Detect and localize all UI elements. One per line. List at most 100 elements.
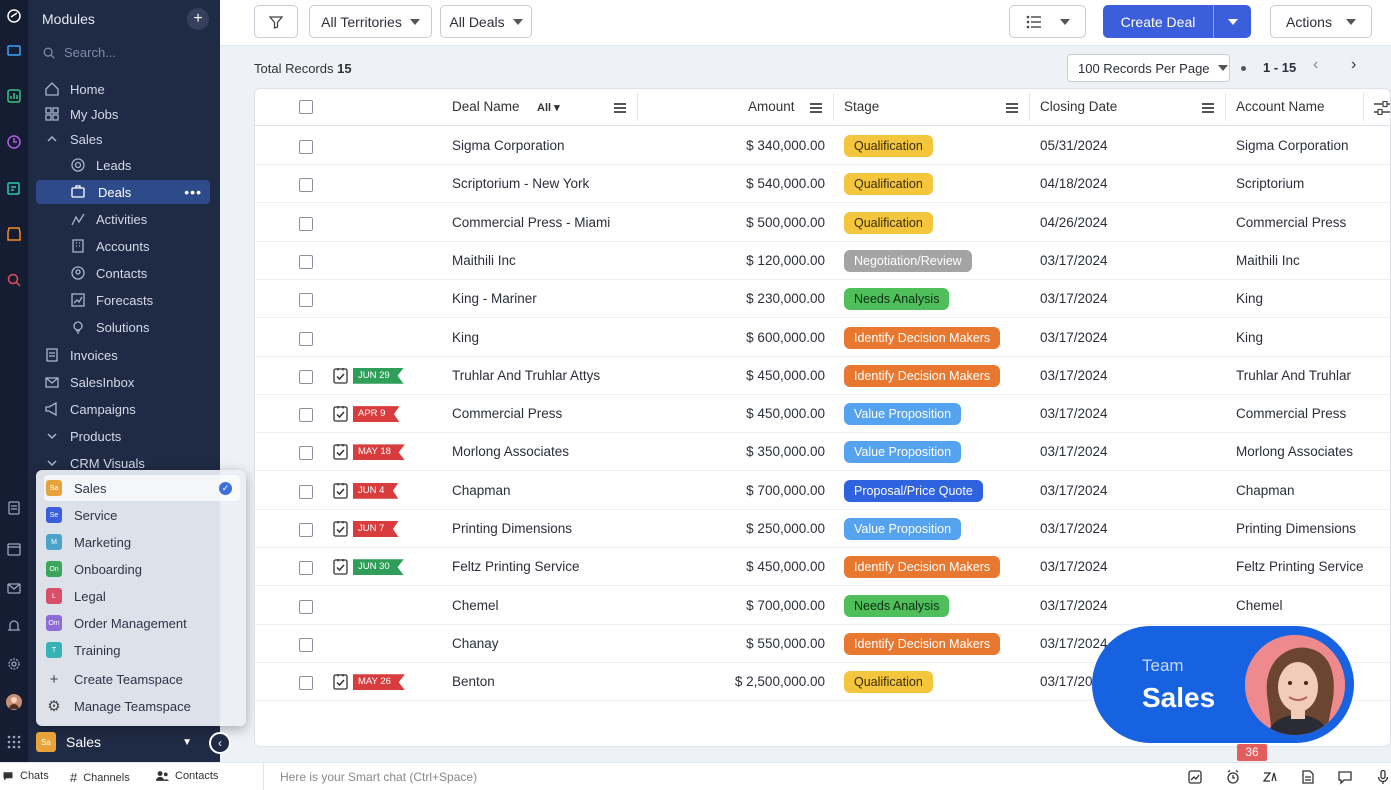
row-checkbox[interactable] [299,216,313,231]
contacts-tab[interactable]: Contacts [156,770,218,782]
deal-name-cell[interactable]: Chemel [452,598,499,613]
table-row[interactable]: APR 9 Commercial Press $ 450,000.00 Value P… [255,395,1390,434]
column-menu-icon[interactable] [1006,103,1018,113]
account-name-cell[interactable]: King [1236,291,1263,306]
zoho-logo-icon[interactable] [0,4,28,28]
table-row[interactable]: King $ 600,000.00 Identify Decision Makers… [255,319,1390,357]
task-check-icon[interactable] [333,520,348,537]
table-row[interactable]: Maithili Inc $ 120,000.00 Negotiation/Revi… [255,242,1390,280]
column-menu-icon[interactable] [1202,103,1214,113]
task-check-icon[interactable] [333,558,348,575]
task-check-icon[interactable] [333,405,348,422]
deal-name-cell[interactable]: Commercial Press - Miami [452,215,610,230]
header-amount[interactable]: Amount [748,99,795,114]
deal-name-cell[interactable]: Sigma Corporation [452,138,565,153]
account-name-cell[interactable]: Morlong Associates [1236,444,1353,459]
next-page-icon[interactable]: › [1351,56,1356,74]
account-name-cell[interactable]: Scriptorium [1236,176,1304,191]
teamspace-item-training[interactable]: T Training [44,637,240,663]
table-row[interactable]: JUN 29 Truhlar And Truhlar Attys $ 450,000… [255,357,1390,395]
sidebar-search[interactable]: Search... [42,45,116,60]
filter-button[interactable] [254,5,298,38]
sidebar-item-home[interactable]: Home [44,78,105,100]
header-stage[interactable]: Stage [844,99,879,114]
account-name-cell[interactable]: Feltz Printing Service [1236,559,1364,574]
collapse-sidebar-button[interactable]: ‹ [209,732,231,754]
mail-icon[interactable] [0,576,28,600]
deal-name-filter[interactable]: All ▾ [537,101,560,114]
store-app-icon[interactable] [0,222,28,246]
row-checkbox[interactable] [299,599,313,614]
app-grid-icon[interactable] [0,730,28,754]
table-row[interactable]: JUN 4 Chapman $ 700,000.00 Proposal/Price Q… [255,472,1390,510]
prev-page-icon[interactable]: ‹ [1313,56,1318,74]
sidebar-item-contacts[interactable]: Contacts [70,262,147,284]
bell-icon[interactable] [0,614,28,638]
sidebar-item-sales[interactable]: Sales [44,128,103,150]
forms-app-icon[interactable] [0,176,28,200]
account-name-cell[interactable]: Chapman [1236,483,1295,498]
table-row[interactable]: MAY 18 Morlong Associates $ 350,000.00 Valu… [255,433,1390,472]
sidebar-item-deals[interactable]: Deals ••• [36,180,210,204]
task-check-icon[interactable] [333,482,348,499]
table-row[interactable]: Chemel $ 700,000.00 Needs Analysis 03/17/20… [255,587,1390,625]
sidebar-item-leads[interactable]: Leads [70,154,131,176]
sidebar-item-invoices[interactable]: Invoices [44,344,118,366]
row-checkbox[interactable] [299,523,313,537]
teamspace-item-onboarding[interactable]: On Onboarding [44,556,240,582]
row-checkbox[interactable] [299,676,313,691]
table-row[interactable]: JUN 7 Printing Dimensions $ 250,000.00 Valu… [255,510,1390,548]
row-checkbox[interactable] [299,178,313,193]
table-row[interactable]: Scriptorium - New York $ 540,000.00 Qualif… [255,165,1390,204]
deal-name-cell[interactable]: King [452,330,479,345]
message-icon[interactable] [1337,769,1353,785]
task-check-icon[interactable] [333,443,348,461]
teamspace-item-order-management[interactable]: Om Order Management [44,610,240,636]
row-checkbox[interactable] [299,331,313,346]
manage-teamspace-button[interactable]: ⚙ Manage Teamspace [44,693,240,719]
teamspace-item-sales[interactable]: Sa Sales ✓ [44,475,240,501]
teamspace-item-marketing[interactable]: M Marketing [44,529,240,555]
calendar-icon[interactable] [0,537,28,561]
user-avatar[interactable] [0,690,28,714]
sidebar-item-my-jobs[interactable]: My Jobs [44,103,118,125]
account-name-cell[interactable]: Printing Dimensions [1236,521,1356,536]
channels-tab[interactable]: # Channels [70,770,130,785]
settings-gear-icon[interactable] [0,652,28,676]
alarm-clock-icon[interactable] [1225,769,1241,785]
account-name-cell[interactable]: Sigma Corporation [1236,138,1349,153]
search-app-icon[interactable] [0,268,28,292]
column-settings-icon[interactable] [1374,101,1391,115]
create-deal-dropdown[interactable] [1213,5,1251,38]
deal-name-cell[interactable]: Scriptorium - New York [452,176,589,191]
header-deal-name[interactable]: Deal Name [452,99,520,114]
crm-app-icon[interactable] [0,38,28,62]
row-checkbox[interactable] [299,637,313,652]
header-account-name[interactable]: Account Name [1236,99,1325,114]
deal-name-cell[interactable]: Printing Dimensions [452,521,572,536]
chats-tab[interactable]: Chats [2,770,49,782]
sidebar-item-forecasts[interactable]: Forecasts [70,289,153,311]
sidebar-item-activities[interactable]: Activities [70,208,147,230]
column-menu-icon[interactable] [810,103,822,113]
deal-name-cell[interactable]: Commercial Press [452,406,562,421]
deal-name-cell[interactable]: Chanay [452,636,499,651]
header-closing-date[interactable]: Closing Date [1040,99,1117,114]
teamspace-item-legal[interactable]: L Legal [44,583,240,609]
teamspace-switcher[interactable]: Sa Sales ▼ [36,730,200,754]
table-row[interactable]: Sigma Corporation $ 340,000.00 Qualificati… [255,127,1390,165]
account-name-cell[interactable]: Chemel [1236,598,1283,613]
add-module-button[interactable]: + [187,8,209,30]
notification-count-badge[interactable]: 36 [1237,744,1267,761]
row-checkbox[interactable] [299,293,313,308]
table-row[interactable]: Commercial Press - Miami $ 500,000.00 Qual… [255,204,1390,242]
account-name-cell[interactable]: Commercial Press [1236,406,1346,421]
image-edit-icon[interactable] [1187,769,1203,785]
task-check-icon[interactable] [333,673,348,690]
deal-name-cell[interactable]: Morlong Associates [452,444,569,459]
notes-icon[interactable] [1300,769,1316,785]
actions-dropdown[interactable]: Actions [1270,5,1372,38]
row-checkbox[interactable] [299,484,313,499]
account-name-cell[interactable]: King [1236,330,1263,345]
deal-name-cell[interactable]: Feltz Printing Service [452,559,580,574]
